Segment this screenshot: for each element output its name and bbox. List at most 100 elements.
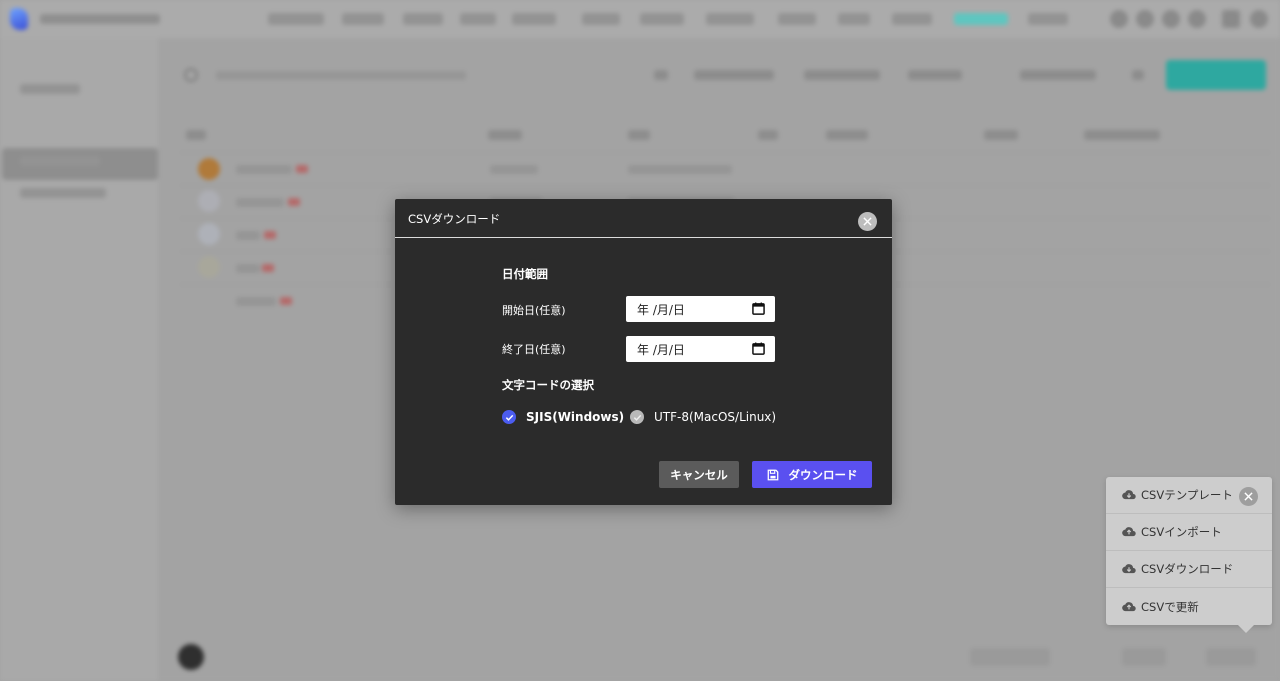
toolbar-item[interactable] [1132,70,1144,80]
start-date-input[interactable]: 年 /月/日 [626,296,775,322]
nav-item[interactable] [892,13,932,25]
cloud-download-icon [1122,564,1136,574]
nav-icon[interactable] [1110,10,1128,28]
check-icon [505,414,513,421]
encoding-label: 文字コードの選択 [502,378,594,392]
encoding-radio-sjis[interactable]: SJIS(Windows) [502,410,624,424]
radio-label: SJIS(Windows) [526,410,625,424]
radio-checked[interactable] [502,410,516,424]
table-row-divider [180,185,1270,186]
search-icon [184,68,198,82]
table-header [984,130,1018,140]
table-cell [236,297,276,306]
status-badge [280,297,292,305]
toolbar-item[interactable] [694,70,774,80]
download-button-label: ダウンロード [788,467,858,482]
menu-item-label: CSVテンプレート [1141,488,1233,502]
top-navigation-bar [0,0,1280,38]
date-range-label: 日付範囲 [502,267,548,281]
radio-unchecked[interactable] [630,410,644,424]
date-placeholder: 年 /月/日 [637,302,685,317]
nav-item[interactable] [403,13,443,25]
cancel-button-label: キャンセル [670,467,728,482]
floppy-disk-icon [767,469,778,480]
avatar [198,223,220,245]
radio-label: UTF-8(MacOS/Linux) [654,410,777,424]
table-cell [628,165,732,174]
nav-icon[interactable] [1162,10,1180,28]
avatar [198,158,220,180]
pager-button[interactable] [1122,648,1166,666]
download-button[interactable]: ダウンロード [752,461,872,488]
end-date-label: 終了日(任意) [502,343,566,356]
app-logo-icon [10,8,28,30]
table-cell [490,165,538,174]
menu-item-label: CSVで更新 [1141,599,1199,614]
toolbar-item[interactable] [908,70,962,80]
menu-close-button[interactable] [1239,487,1258,506]
nav-icon[interactable] [1222,10,1240,28]
pager-button[interactable] [1206,648,1256,666]
csv-update-menu-item[interactable]: CSVで更新 [1106,588,1272,625]
nav-item[interactable] [460,13,496,25]
start-date-label: 開始日(任意) [502,304,566,317]
nav-item-active[interactable] [954,13,1008,25]
csv-download-menu-item[interactable]: CSVダウンロード [1106,551,1272,588]
help-button[interactable] [178,644,204,670]
toolbar-item[interactable] [804,70,880,80]
nav-item[interactable] [640,13,684,25]
csv-download-modal: CSVダウンロード 日付範囲 開始日(任意) 年 /月/日 終了日(任意) 年 … [395,199,892,505]
table-cell [236,165,292,174]
nav-icon[interactable] [1188,10,1206,28]
close-icon [1244,492,1253,501]
table-header [758,130,778,140]
sidebar-item[interactable] [20,84,80,94]
table-header [186,130,206,140]
status-badge [296,165,308,173]
nav-item[interactable] [778,13,816,25]
toolbar-item[interactable] [1020,70,1096,80]
encoding-radio-utf8[interactable]: UTF-8(MacOS/Linux) [630,410,776,424]
cloud-download-icon [1122,490,1136,500]
toolbar-item[interactable] [654,70,668,80]
check-icon [633,414,641,421]
menu-item-label: CSVインポート [1141,525,1222,539]
table-cell [236,264,260,273]
cloud-upload-icon [1122,527,1136,537]
nav-item[interactable] [512,13,556,25]
date-placeholder: 年 /月/日 [637,342,685,357]
cloud-upload-icon [1122,601,1136,611]
csv-menu: CSVテンプレート CSVインポート CSVダウンロード CSVで更新 [1106,477,1272,633]
status-badge [264,231,276,239]
sidebar-item[interactable] [20,156,100,166]
nav-item[interactable] [268,13,324,25]
sidebar [0,38,160,681]
table-header [1084,130,1160,140]
modal-close-button[interactable] [858,212,877,231]
menu-item-label: CSVダウンロード [1141,562,1234,576]
nav-item[interactable] [582,13,620,25]
table-header [826,130,868,140]
avatar [198,256,220,278]
pager-button[interactable] [970,648,1050,666]
nav-icon[interactable] [1136,10,1154,28]
nav-item[interactable] [1028,13,1068,25]
app-logo-text [40,14,160,24]
sidebar-item[interactable] [20,188,106,198]
add-button[interactable] [1166,60,1266,90]
nav-item[interactable] [342,13,384,25]
table-row-divider [180,152,1270,153]
cancel-button[interactable]: キャンセル [659,461,739,488]
nav-icon[interactable] [1250,10,1268,28]
status-badge [262,264,274,272]
search-placeholder [216,71,466,80]
nav-item[interactable] [838,13,870,25]
calendar-icon[interactable] [752,302,765,315]
modal-header: CSVダウンロード [395,199,892,238]
calendar-icon[interactable] [752,342,765,355]
end-date-input[interactable]: 年 /月/日 [626,336,775,362]
nav-item[interactable] [706,13,754,25]
table-header [628,130,650,140]
csv-import-menu-item[interactable]: CSVインポート [1106,514,1272,551]
search-bar[interactable] [180,60,680,90]
